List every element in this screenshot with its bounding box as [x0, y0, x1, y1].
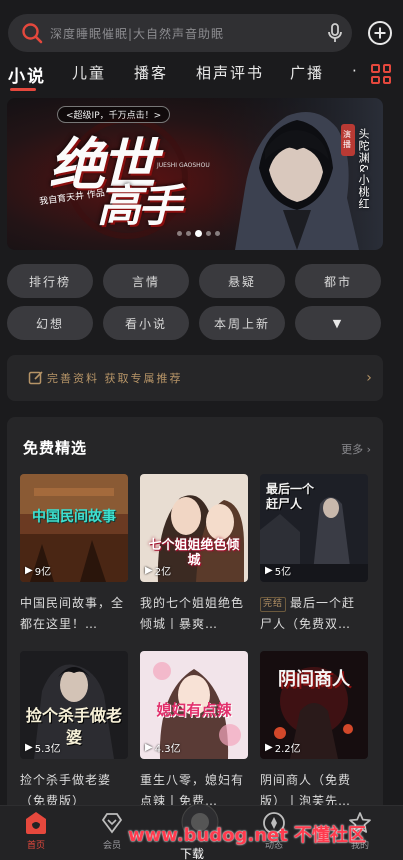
vip-diamond-icon — [101, 813, 123, 834]
play-triangle-icon: ▶ — [265, 742, 273, 753]
play-triangle-icon: ▶ — [265, 565, 273, 576]
category-tabs: 小说 儿童 播客 相声评书 广播 · — [0, 60, 403, 94]
tab-novel[interactable]: 小说 — [8, 62, 46, 87]
tab-podcast[interactable]: 播客 — [134, 62, 168, 83]
book-title: 我的七个姐姐绝色倾城丨暴爽… — [140, 596, 245, 631]
play-count: ▶ 2亿 — [145, 563, 171, 578]
all-categories-icon[interactable] — [371, 64, 391, 84]
pagination-dot[interactable] — [215, 231, 220, 236]
play-count-value: 9亿 — [34, 567, 52, 578]
chip-new-this-week[interactable]: 本周上新 — [199, 306, 285, 340]
complete-profile-bar[interactable]: 完善资料 获取专属推荐 › — [7, 355, 383, 401]
add-plus-icon[interactable] — [367, 20, 393, 46]
more-link[interactable]: 更多 › — [341, 441, 371, 457]
nav-label: 首页 — [26, 841, 45, 851]
tab-children[interactable]: 儿童 — [72, 62, 106, 83]
cover-title: 媳妇有点辣 — [156, 701, 232, 719]
book-title: 完结 最后一个赶尸人（免费双… — [260, 593, 368, 635]
banner-pagination — [177, 230, 220, 237]
active-tab-indicator — [10, 88, 36, 91]
book-card[interactable]: 媳妇有点辣 ▶ 4.3亿 重生八零，媳妇有点辣丨免费… — [140, 651, 248, 812]
chip-read-novels[interactable]: 看小说 — [103, 306, 189, 340]
free-picks-section: 免费精选 更多 › 中国民间故事 ▶ 9亿 中国民间故事，全都在这里！… 七个姐… — [7, 417, 383, 817]
promo-banner[interactable]: <超级IP，千万点击！> 绝世 高手 JUESHI GAOSHOU 我自育天井 … — [7, 98, 383, 250]
pagination-dot[interactable] — [177, 231, 182, 236]
pagination-dot[interactable] — [206, 231, 211, 236]
tab-more-dot[interactable]: · — [352, 62, 359, 80]
tab-radio[interactable]: 广播 — [290, 62, 324, 83]
watermark-cn: 不懂社区 — [293, 825, 366, 846]
top-bar: 深度睡眠催眠|大自然声音助眠 — [0, 0, 403, 60]
book-cover: 中国民间故事 ▶ 9亿 — [20, 474, 128, 582]
download-overlay-text: 下载 — [180, 847, 205, 860]
chevron-right-icon: › — [366, 370, 372, 386]
microphone-icon[interactable] — [318, 14, 352, 52]
watermark-url: www.budog.net — [128, 825, 288, 846]
play-triangle-icon: ▶ — [25, 742, 33, 753]
play-triangle-icon: ▶ — [25, 565, 33, 576]
play-count-value: 5.3亿 — [34, 744, 61, 755]
cover-title: 最后一个赶尸人 — [266, 482, 315, 511]
search-placeholder[interactable]: 深度睡眠催眠|大自然声音助眠 — [50, 25, 318, 42]
nav-label: 会员 — [102, 841, 121, 851]
book-card[interactable]: 七个姐姐绝色倾城 ▶ 2亿 我的七个姐姐绝色倾城丨暴爽… — [140, 474, 248, 635]
home-icon — [26, 812, 46, 834]
cover-title: 阴间商人 — [278, 669, 350, 690]
pagination-dot-active[interactable] — [195, 230, 202, 237]
book-cover: 阴间商人 ▶ 2.2亿 — [260, 651, 368, 759]
play-count: ▶ 5亿 — [265, 563, 291, 578]
search-icon — [14, 14, 50, 52]
book-cover: 七个姐姐绝色倾城 ▶ 2亿 — [140, 474, 248, 582]
banner-cast: 头陀渊&小桃红 — [357, 128, 370, 210]
chip-fantasy[interactable]: 幻想 — [7, 306, 93, 340]
book-cover: 最后一个赶尸人 ▶ 5亿 — [260, 474, 368, 582]
chip-expand-button[interactable]: ▼ — [295, 306, 381, 340]
book-card[interactable]: 中国民间故事 ▶ 9亿 中国民间故事，全都在这里！… — [20, 474, 128, 635]
play-count-value: 2.2亿 — [274, 744, 301, 755]
play-count: ▶ 4.3亿 — [145, 740, 181, 755]
chip-urban[interactable]: 都市 — [295, 264, 381, 298]
site-watermark: www.budog.net 不懂社区 — [128, 821, 366, 847]
play-count-value: 4.3亿 — [154, 744, 181, 755]
play-count: ▶ 2.2亿 — [265, 740, 301, 755]
chip-suspense[interactable]: 悬疑 — [199, 264, 285, 298]
completed-badge: 完结 — [260, 597, 287, 612]
play-triangle-icon: ▶ — [145, 565, 153, 576]
banner-english-title: JUESHI GAOSHOU — [157, 162, 210, 169]
complete-profile-text: 完善资料 获取专属推荐 — [47, 372, 183, 385]
play-count-value: 5亿 — [274, 567, 292, 578]
book-card[interactable]: 最后一个赶尸人 ▶ 5亿 完结 最后一个赶尸人（免费双… — [260, 474, 368, 635]
tab-crosstalk[interactable]: 相声评书 — [196, 62, 264, 83]
play-count: ▶ 5.3亿 — [25, 740, 61, 755]
section-title: 免费精选 — [23, 439, 88, 457]
book-card[interactable]: 阴间商人 ▶ 2.2亿 阴间商人（免费版）丨泡芙先… — [260, 651, 368, 812]
play-count: ▶ 9亿 — [25, 563, 51, 578]
search-bar[interactable]: 深度睡眠催眠|大自然声音助眠 — [8, 14, 352, 52]
nav-home[interactable]: 首页 — [6, 810, 66, 851]
banner-title-line2: 高手 — [97, 181, 182, 232]
book-title: 中国民间故事，全都在这里！… — [20, 596, 125, 631]
book-cover: 捡个杀手做老婆 ▶ 5.3亿 — [20, 651, 128, 759]
banner-cast-badge: 演播 — [341, 124, 355, 156]
book-cover: 媳妇有点辣 ▶ 4.3亿 — [140, 651, 248, 759]
pagination-dot[interactable] — [186, 231, 191, 236]
play-count-value: 2亿 — [154, 567, 172, 578]
play-triangle-icon: ▶ — [145, 742, 153, 753]
chip-ranking[interactable]: 排行榜 — [7, 264, 93, 298]
cover-title: 中国民间故事 — [32, 509, 116, 525]
chip-romance[interactable]: 言情 — [103, 264, 189, 298]
book-card[interactable]: 捡个杀手做老婆 ▶ 5.3亿 捡个杀手做老婆（免费版） — [20, 651, 128, 812]
